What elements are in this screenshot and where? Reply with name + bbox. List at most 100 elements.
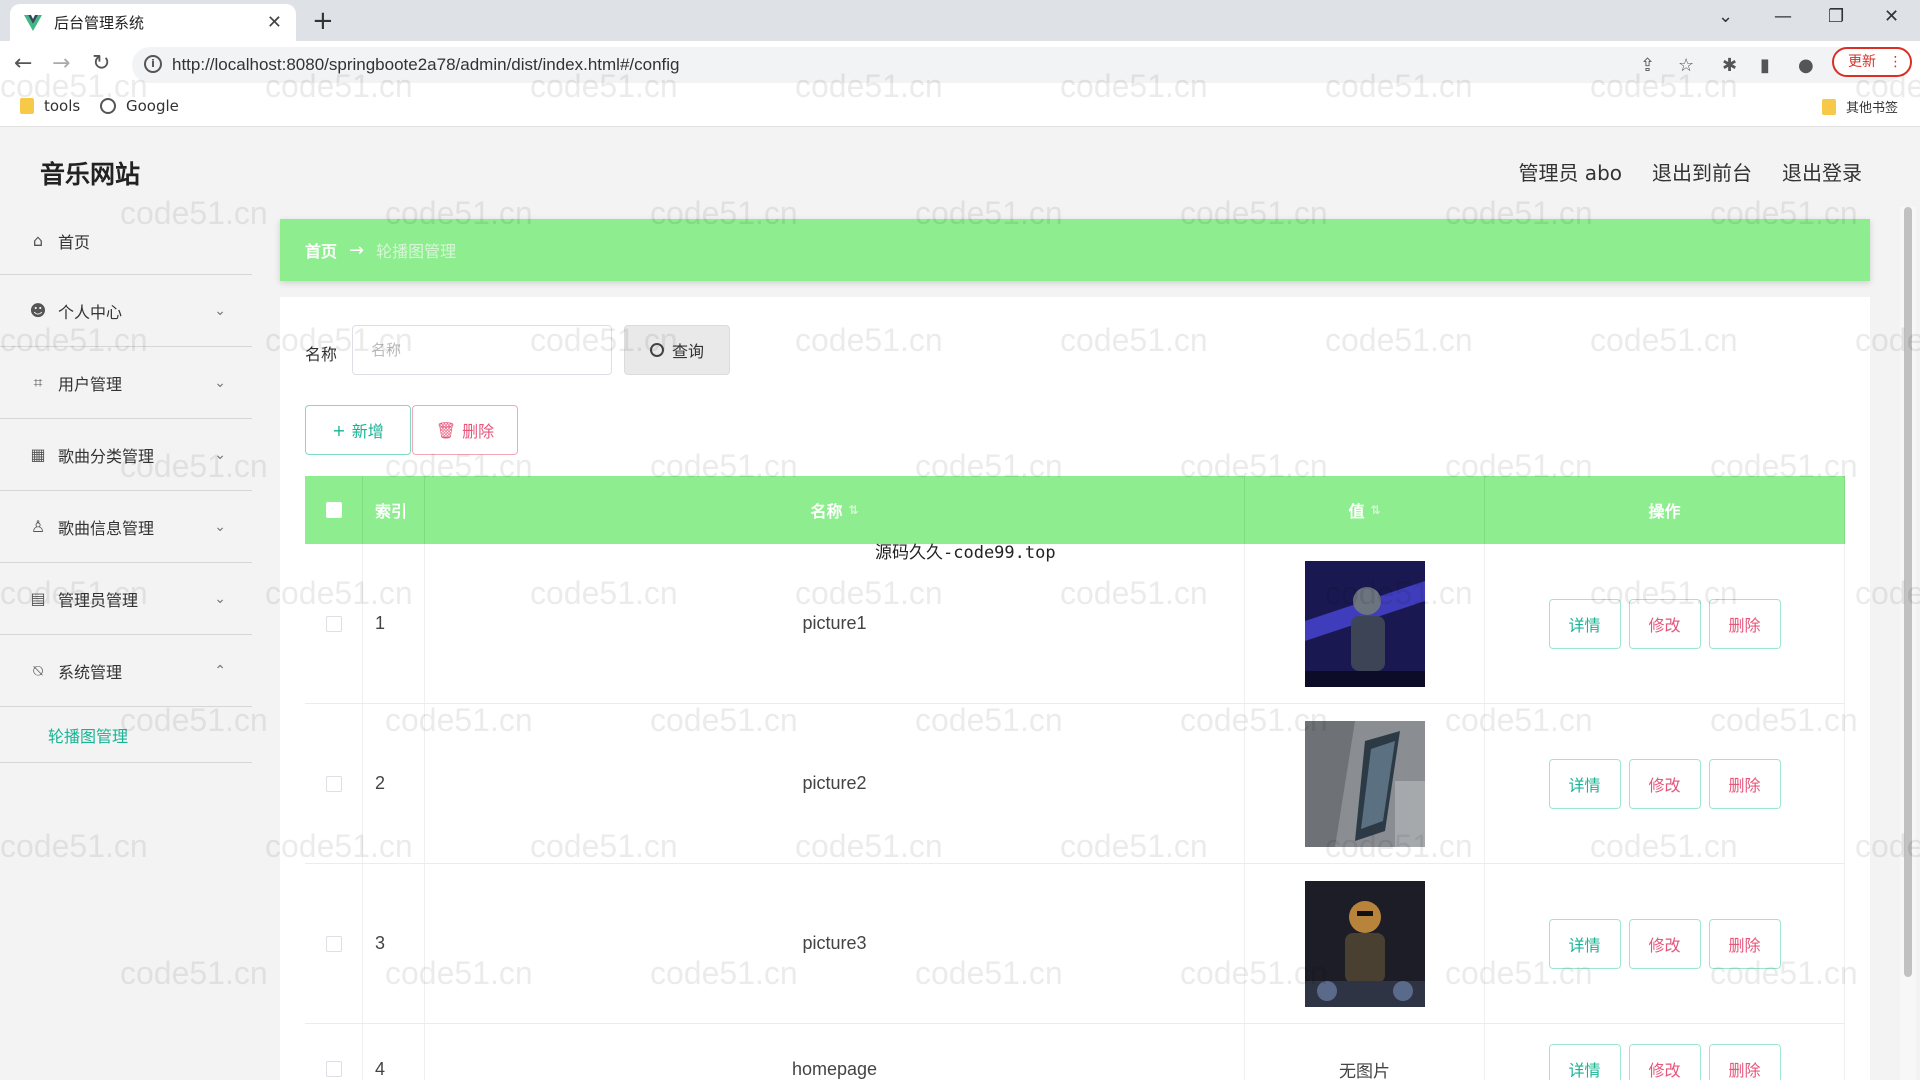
update-label: 更新 — [1848, 54, 1876, 70]
breadcrumb-home[interactable]: 首页 — [305, 238, 337, 262]
trash-icon: 🗑 — [435, 420, 457, 440]
table-row: 1 picture1 详情 修改 删除 — [305, 544, 1845, 704]
sidebar-item-personal-center[interactable]: ☻ 个人中心 ⌄ — [0, 275, 252, 347]
sidebar-item-label: 管理员管理 — [58, 590, 139, 610]
bookmark-google[interactable]: Google — [100, 97, 179, 115]
header-name-label: 名称 — [810, 502, 843, 521]
sidebar-item-label: 系统管理 — [58, 662, 123, 682]
side-panel-icon[interactable]: ▮ — [1760, 55, 1770, 76]
row-name: picture2 — [425, 704, 1245, 863]
app-header: 音乐网站 管理员 abo 退出到前台 退出登录 — [0, 127, 1920, 207]
close-window-icon[interactable]: ✕ — [1884, 6, 1899, 27]
header-select-all[interactable] — [305, 476, 363, 544]
detail-button[interactable]: 详情 — [1548, 758, 1621, 809]
batch-delete-button[interactable]: 🗑 删除 — [412, 405, 518, 455]
detail-button[interactable]: 详情 — [1548, 1044, 1621, 1080]
forward-icon[interactable]: → — [52, 51, 70, 76]
row-checkbox[interactable] — [325, 775, 342, 792]
header-value-label: 值 — [1348, 502, 1365, 521]
detail-button[interactable]: 详情 — [1548, 598, 1621, 649]
edit-button[interactable]: 修改 — [1628, 918, 1701, 969]
row-operations: 详情 修改 删除 — [1485, 704, 1845, 863]
browser-toolbar: ← → ↻ i http://localhost:8080/springboot… — [0, 41, 1920, 89]
delete-button[interactable]: 删除 — [1708, 758, 1781, 809]
delete-button[interactable]: 删除 — [1708, 918, 1781, 969]
delete-button[interactable]: 删除 — [1708, 598, 1781, 649]
bookmarks-bar: tools Google 其他书签 — [0, 89, 1920, 127]
sort-icon[interactable]: ⇅ — [848, 503, 858, 517]
query-button[interactable]: 查询 — [624, 325, 730, 375]
search-input[interactable] — [352, 325, 612, 375]
new-tab-icon[interactable]: + — [312, 6, 334, 36]
edit-button[interactable]: 修改 — [1628, 598, 1701, 649]
header-value[interactable]: 值 ⇅ — [1245, 476, 1485, 544]
row-name: picture1 — [425, 544, 1245, 703]
chevron-down-icon: ⌄ — [214, 518, 226, 535]
back-icon[interactable]: ← — [14, 51, 32, 76]
sidebar-item-label: 歌曲信息管理 — [58, 518, 155, 538]
bookmark-tools[interactable]: tools — [20, 97, 80, 115]
detail-button[interactable]: 详情 — [1548, 918, 1621, 969]
row-checkbox[interactable] — [325, 615, 342, 632]
update-button[interactable]: 更新 ⋮ — [1832, 47, 1912, 77]
restore-icon[interactable]: ❐ — [1828, 6, 1844, 27]
profile-icon[interactable]: ● — [1798, 55, 1814, 76]
sidebar-item-label: 用户管理 — [58, 374, 123, 394]
sidebar-item-home[interactable]: ⌂ 首页 — [0, 207, 252, 275]
add-button[interactable]: + 新增 — [305, 405, 411, 455]
main-content: 首页 → 轮播图管理 名称 查询 + 新增 🗑 删除 索引 名称 — [280, 207, 1870, 1080]
bookmark-label: tools — [44, 97, 81, 115]
delete-button[interactable]: 删除 — [1708, 1044, 1781, 1080]
browser-tabstrip: 后台管理系统 ✕ + ⌄ — ❐ ✕ — [0, 0, 1920, 41]
site-logo: 音乐网站 — [40, 160, 141, 189]
bookmark-star-icon[interactable]: ☆ — [1678, 55, 1694, 76]
overlay-watermark-text: 源码久久-code99.top — [875, 543, 1056, 563]
sidebar-subitem-label: 轮播图管理 — [48, 726, 129, 746]
edit-button[interactable]: 修改 — [1628, 758, 1701, 809]
sidebar-item-system-management[interactable]: ⍉ 系统管理 ⌃ — [0, 635, 252, 707]
sidebar-subitem-carousel[interactable]: 轮播图管理 — [0, 707, 252, 763]
edit-button[interactable]: 修改 — [1628, 1044, 1701, 1080]
scrollbar-thumb[interactable] — [1904, 207, 1912, 977]
row-checkbox[interactable] — [325, 935, 342, 952]
row-checkbox[interactable] — [325, 1061, 342, 1077]
chevron-up-icon: ⌃ — [214, 662, 226, 679]
user-icon: ☻ — [29, 301, 47, 320]
carousel-thumbnail — [1304, 560, 1425, 687]
row-select-cell — [305, 1024, 363, 1080]
bell-off-icon: ⍉ — [33, 660, 43, 680]
other-bookmarks-label: 其他书签 — [1846, 101, 1899, 116]
close-tab-icon[interactable]: ✕ — [267, 12, 282, 33]
address-bar[interactable]: i http://localhost:8080/springbootе2a78/… — [132, 47, 1902, 83]
minimize-icon[interactable]: — — [1774, 6, 1792, 27]
extensions-icon[interactable]: ✱ — [1722, 55, 1737, 76]
reload-icon[interactable]: ↻ — [92, 51, 110, 76]
table-row: 2 picture2 详情 修改 删除 — [305, 704, 1845, 864]
tab-search-icon[interactable]: ⌄ — [1718, 6, 1733, 27]
sidebar-item-user-management[interactable]: ⌗ 用户管理 ⌄ — [0, 347, 252, 419]
logout-link[interactable]: 退出登录 — [1782, 157, 1862, 186]
row-value — [1245, 544, 1485, 703]
row-index: 4 — [363, 1024, 425, 1080]
page-scrollbar[interactable] — [1900, 207, 1916, 1080]
row-operations: 详情 修改 删除 — [1485, 864, 1845, 1023]
browser-tab[interactable]: 后台管理系统 ✕ — [10, 4, 296, 41]
exit-to-front-link[interactable]: 退出到前台 — [1652, 157, 1752, 186]
sidebar-item-admin-management[interactable]: ▤ 管理员管理 ⌄ — [0, 563, 252, 635]
row-operations: 详情 修改 删除 — [1485, 1024, 1845, 1080]
sort-icon[interactable]: ⇅ — [1370, 503, 1380, 517]
query-label: 查询 — [671, 342, 704, 361]
other-bookmarks[interactable]: 其他书签 — [1822, 97, 1898, 116]
row-value — [1245, 864, 1485, 1023]
header-name[interactable]: 名称 ⇅ — [425, 476, 1245, 544]
select-all-checkbox[interactable] — [325, 502, 342, 518]
delete-label: 删除 — [462, 422, 495, 441]
folder-icon — [20, 98, 34, 114]
sidebar-item-song-category[interactable]: ▦ 歌曲分类管理 ⌄ — [0, 419, 252, 491]
chevron-down-icon: ⌄ — [214, 302, 226, 319]
share-icon[interactable]: ⇪ — [1640, 55, 1655, 76]
sidebar-item-song-info[interactable]: ♙ 歌曲信息管理 ⌄ — [0, 491, 252, 563]
breadcrumb-arrow-icon: → — [349, 239, 365, 261]
site-info-icon[interactable]: i — [144, 55, 162, 73]
no-image-text: 无图片 — [1339, 1061, 1390, 1080]
